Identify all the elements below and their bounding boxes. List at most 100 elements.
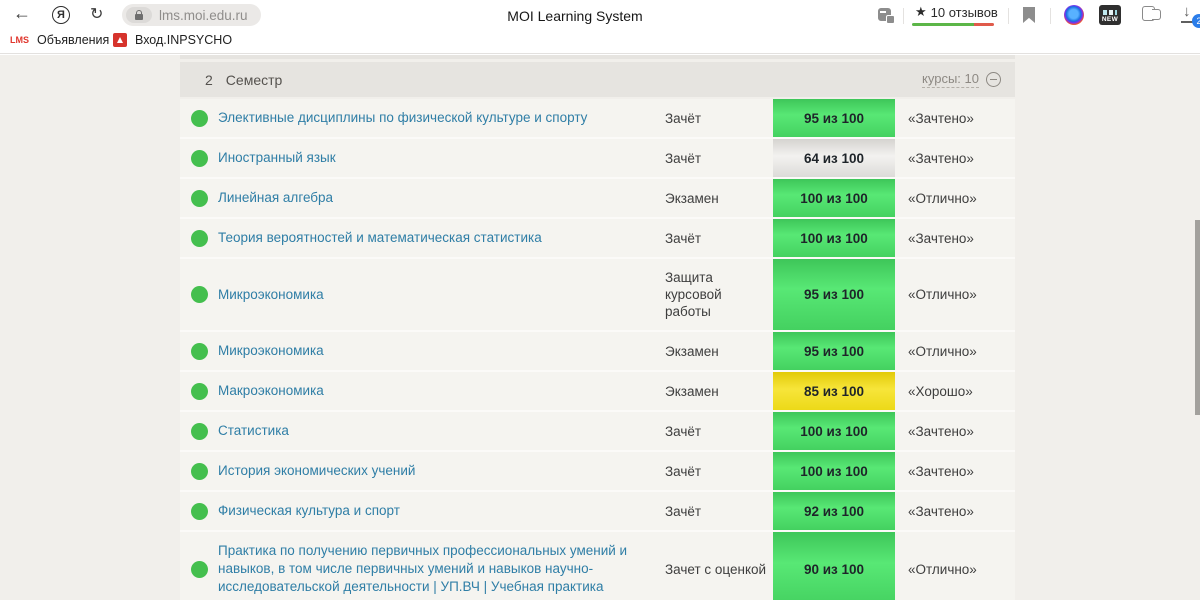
back-icon[interactable]: ← <box>13 3 31 24</box>
bookmark-item-inpsycho[interactable]: Вход.INPSYCHO <box>113 33 232 47</box>
status-dot-column <box>180 109 218 127</box>
score-cell: 95 из 100 <box>773 332 895 370</box>
bookmarks-bar: LMS Объявления Вход.INPSYCHO <box>0 31 1200 54</box>
url-text: lms.moi.edu.ru <box>159 7 248 23</box>
courses-count-label: курсы: 10 <box>922 71 979 88</box>
grade-label: «Хорошо» <box>908 383 973 399</box>
status-dot-column <box>180 286 218 303</box>
extension-browser-icon[interactable] <box>1064 5 1084 25</box>
course-row: Микроэкономика Защита курсовой работы 95… <box>180 259 1015 332</box>
scrollbar-thumb[interactable] <box>1195 220 1200 415</box>
page-title: MOI Learning System <box>507 8 643 24</box>
score-cell: 92 из 100 <box>773 492 895 530</box>
course-link[interactable]: Физическая культура и спорт <box>218 502 665 520</box>
lock-icon <box>126 7 152 23</box>
course-row: Статистика Зачёт 100 из 100 «Зачтено» <box>180 412 1015 452</box>
assessment-type: Защита курсовой работы <box>665 270 722 319</box>
course-link[interactable]: Микроэкономика <box>218 342 665 360</box>
rating-bar-negative <box>974 23 994 26</box>
collections-icon[interactable] <box>1142 6 1161 21</box>
status-dot-green-icon <box>190 382 208 400</box>
status-dot-column <box>180 422 218 440</box>
score-cell: 95 из 100 <box>773 99 895 137</box>
course-link[interactable]: Теория вероятностей и математическая ста… <box>218 229 665 247</box>
bookmark-item-announcements[interactable]: LMS Объявления <box>10 33 109 47</box>
score-cell: 64 из 100 <box>773 139 895 177</box>
semester-title: Семестр <box>225 71 283 88</box>
rating-bar-positive <box>912 23 975 26</box>
course-link[interactable]: Линейная алгебра <box>218 189 665 207</box>
course-link[interactable]: Элективные дисциплины по физической куль… <box>218 109 665 127</box>
browser-toolbar: ← Я ↻ lms.moi.edu.ru MOI Learning System… <box>0 0 1200 31</box>
bookmark-label: Объявления <box>37 33 110 47</box>
refresh-icon[interactable]: ↻ <box>90 4 103 24</box>
assessment-type: Экзамен <box>665 343 719 359</box>
grade-label: «Отлично» <box>908 287 977 302</box>
lms-favicon: LMS <box>10 35 29 45</box>
site-widgets-icon[interactable] <box>878 8 895 24</box>
bookmark-icon[interactable] <box>1023 7 1035 23</box>
score-cell: 90 из 100 <box>773 532 895 600</box>
grade-label: «Зачтено» <box>908 423 974 439</box>
download-count-badge: 2 <box>1192 14 1200 28</box>
score-cell: 100 из 100 <box>773 452 895 490</box>
grade-label: «Зачтено» <box>908 503 974 519</box>
extension-new-icon[interactable]: NEW <box>1099 5 1121 25</box>
assessment-type: Зачёт <box>665 230 702 246</box>
status-dot-column <box>180 189 218 207</box>
course-row: История экономических учений Зачёт 100 и… <box>180 452 1015 492</box>
collapse-minus-icon[interactable] <box>986 72 1001 87</box>
course-link[interactable]: История экономических учений <box>218 462 665 480</box>
grade-label: «Отлично» <box>908 343 977 359</box>
course-row: Элективные дисциплины по физической куль… <box>180 99 1015 139</box>
status-dot-green-icon <box>190 149 208 167</box>
assessment-type: Зачёт <box>665 503 702 519</box>
grade-label: «Зачтено» <box>908 463 974 479</box>
assessment-type: Зачёт <box>665 463 702 479</box>
course-link[interactable]: Микроэкономика <box>218 286 665 304</box>
grade-label: «Зачтено» <box>908 110 974 126</box>
status-dot-column <box>180 342 218 360</box>
download-arrow-icon: ↓ <box>1183 3 1191 20</box>
inpsycho-favicon <box>113 33 127 47</box>
assessment-type: Зачет с оценкой <box>665 561 767 577</box>
assessment-type: Зачёт <box>665 423 702 439</box>
status-dot-green-icon <box>190 462 208 480</box>
status-dot-green-icon <box>190 229 208 247</box>
grade-label: «Зачтено» <box>908 150 974 166</box>
status-dot-column <box>180 560 218 578</box>
course-link[interactable]: Иностранный язык <box>218 149 665 167</box>
lms-page: 2 Семестр курсы: 10 Элективные дисциплин… <box>0 55 1200 600</box>
score-cell: 100 из 100 <box>773 179 895 217</box>
status-dot-green-icon <box>190 502 208 520</box>
course-row: Иностранный язык Зачёт 64 из 100 «Зачтен… <box>180 139 1015 179</box>
collapse-section-control[interactable]: курсы: 10 <box>922 71 1001 88</box>
downloads-button[interactable]: ↓ 2 <box>1180 3 1200 28</box>
status-dot-green-icon <box>190 342 208 360</box>
course-row: Теория вероятностей и математическая ста… <box>180 219 1015 259</box>
course-row: Линейная алгебра Экзамен 100 из 100 «Отл… <box>180 179 1015 219</box>
grade-label: «Отлично» <box>908 561 977 577</box>
yandex-logo-icon[interactable]: Я <box>52 6 70 24</box>
assessment-type: Зачёт <box>665 150 702 166</box>
course-row: Макроэкономика Экзамен 85 из 100 «Хорошо… <box>180 372 1015 412</box>
assessment-type: Экзамен <box>665 383 719 399</box>
status-dot-column <box>180 462 218 480</box>
score-cell: 85 из 100 <box>773 372 895 410</box>
site-reviews-button[interactable]: ★ 10 отзывов <box>915 4 998 20</box>
new-badge-label: NEW <box>1101 16 1119 23</box>
grade-label: «Зачтено» <box>908 230 974 246</box>
course-link[interactable]: Макроэкономика <box>218 382 665 400</box>
status-dot-green-icon <box>190 422 208 440</box>
status-dot-green-icon <box>190 109 208 127</box>
semester-table: 2 Семестр курсы: 10 Элективные дисциплин… <box>180 55 1015 600</box>
assessment-type: Зачёт <box>665 110 702 126</box>
divider <box>1008 8 1009 24</box>
bookmark-label: Вход.INPSYCHO <box>135 33 233 47</box>
course-link[interactable]: Статистика <box>218 422 665 440</box>
course-link[interactable]: Практика по получению первичных професси… <box>218 542 665 596</box>
rating-bar <box>912 23 994 26</box>
address-bar[interactable]: lms.moi.edu.ru <box>122 4 261 26</box>
divider <box>903 8 904 24</box>
status-dot-column <box>180 149 218 167</box>
